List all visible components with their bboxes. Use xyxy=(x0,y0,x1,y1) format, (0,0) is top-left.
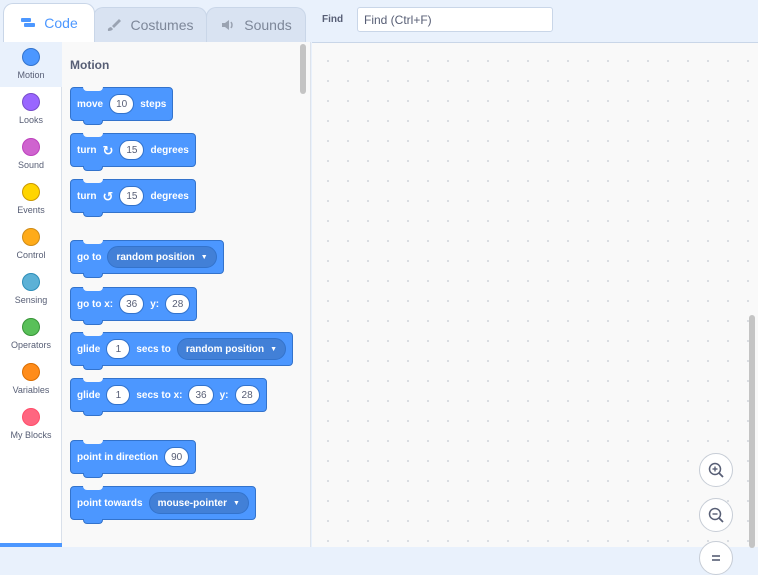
tab-sounds-label: Sounds xyxy=(244,17,292,33)
block-text: glide xyxy=(77,389,101,401)
extension-button-strip[interactable] xyxy=(0,543,62,547)
zoom-in-icon xyxy=(708,462,724,478)
speaker-icon xyxy=(222,20,233,30)
category-variables[interactable]: Variables xyxy=(0,357,62,402)
events-color-dot xyxy=(22,183,40,201)
category-operators-label: Operators xyxy=(10,340,52,350)
tab-sounds[interactable]: Sounds xyxy=(206,7,306,42)
glide-target-dropdown[interactable]: random position ▼ xyxy=(176,338,287,360)
equals-icon xyxy=(712,555,720,561)
category-motion[interactable]: Motion xyxy=(0,42,62,87)
brush-icon xyxy=(108,19,122,31)
find-input[interactable] xyxy=(357,7,553,32)
block-go-to[interactable]: go to random position ▼ xyxy=(70,240,224,278)
block-text: y: xyxy=(150,298,160,310)
block-go-to-xy[interactable]: go to x: 36 y: 28 xyxy=(70,287,198,325)
control-color-dot xyxy=(22,228,40,246)
category-events[interactable]: Events xyxy=(0,177,62,222)
category-operators[interactable]: Operators xyxy=(0,312,62,357)
degrees-input[interactable]: 15 xyxy=(119,186,145,206)
category-looks-label: Looks xyxy=(18,115,44,125)
tab-costumes[interactable]: Costumes xyxy=(93,7,207,42)
secs-input[interactable]: 1 xyxy=(106,339,131,359)
category-my-blocks[interactable]: My Blocks xyxy=(0,402,62,447)
sound-color-dot xyxy=(22,138,40,156)
tab-code[interactable]: Code xyxy=(3,3,95,42)
dropdown-value: mouse-pointer xyxy=(157,497,228,509)
category-sensing-label: Sensing xyxy=(14,295,48,305)
zoom-out-icon xyxy=(708,507,724,523)
y-input[interactable]: 28 xyxy=(234,385,260,405)
find-label: Find xyxy=(322,14,344,25)
block-text: glide xyxy=(77,343,101,355)
block-text: secs to x: xyxy=(136,389,183,401)
zoom-in-button[interactable] xyxy=(699,453,733,487)
block-text: degrees xyxy=(150,190,189,202)
direction-input[interactable]: 90 xyxy=(164,447,190,467)
chevron-down-icon: ▼ xyxy=(200,253,208,261)
category-sensing[interactable]: Sensing xyxy=(0,267,62,312)
block-turn-left[interactable]: turn ↺ 15 degrees xyxy=(70,179,196,217)
block-text: point towards xyxy=(77,497,143,509)
block-glide-xy[interactable]: glide 1 secs to x: 36 y: 28 xyxy=(70,378,267,416)
block-glide-to[interactable]: glide 1 secs to random position ▼ xyxy=(70,332,294,370)
operators-color-dot xyxy=(22,318,40,336)
go-to-target-dropdown[interactable]: random position ▼ xyxy=(107,246,217,268)
motion-color-dot xyxy=(22,48,40,66)
my-blocks-color-dot xyxy=(22,408,40,426)
block-text: move xyxy=(77,98,104,110)
steps-input[interactable]: 10 xyxy=(109,94,135,114)
zoom-reset-button[interactable] xyxy=(699,541,733,575)
category-control-label: Control xyxy=(16,250,46,260)
category-my-blocks-label: My Blocks xyxy=(10,430,52,440)
palette-section-title: Motion xyxy=(70,58,110,72)
palette-scrollbar[interactable] xyxy=(300,44,306,94)
secs-input[interactable]: 1 xyxy=(106,385,131,405)
zoom-out-button[interactable] xyxy=(699,498,733,532)
block-text: y: xyxy=(219,389,229,401)
tab-costumes-label: Costumes xyxy=(130,17,194,33)
editor-tab-bar: Code Costumes Sounds Find xyxy=(0,0,758,42)
rotate-right-icon: ↻ xyxy=(102,142,114,158)
code-icon xyxy=(21,18,36,27)
block-text: point in direction xyxy=(77,451,159,463)
category-sound[interactable]: Sound xyxy=(0,132,62,177)
x-input[interactable]: 36 xyxy=(119,294,145,314)
block-text: turn xyxy=(77,190,97,202)
chevron-down-icon: ▼ xyxy=(270,345,278,353)
script-workspace[interactable] xyxy=(312,42,758,575)
point-towards-dropdown[interactable]: mouse-pointer ▼ xyxy=(148,492,249,514)
category-control[interactable]: Control xyxy=(0,222,62,267)
dropdown-value: random position xyxy=(185,343,265,355)
tab-code-label: Code xyxy=(44,15,78,31)
category-sound-label: Sound xyxy=(17,160,45,170)
degrees-input[interactable]: 15 xyxy=(119,140,145,160)
workspace-scrollbar[interactable] xyxy=(749,315,755,548)
sensing-color-dot xyxy=(22,273,40,291)
block-text: go to x: xyxy=(77,298,114,310)
category-motion-label: Motion xyxy=(17,70,45,80)
chevron-down-icon: ▼ xyxy=(233,499,240,507)
block-text: go to xyxy=(77,251,102,263)
block-point-in-direction[interactable]: point in direction 90 xyxy=(70,440,197,478)
block-move-steps[interactable]: move 10 steps xyxy=(70,87,174,125)
category-events-label: Events xyxy=(17,205,45,215)
block-text: steps xyxy=(140,98,167,110)
category-variables-label: Variables xyxy=(12,385,50,395)
block-text: turn xyxy=(77,144,97,156)
category-looks[interactable]: Looks xyxy=(0,87,62,132)
block-turn-right[interactable]: turn ↻ 15 degrees xyxy=(70,133,196,171)
x-input[interactable]: 36 xyxy=(188,385,214,405)
variables-color-dot xyxy=(22,363,40,381)
block-text: degrees xyxy=(150,144,189,156)
dropdown-value: random position xyxy=(116,251,195,263)
category-menu: Motion Looks Sound Events Control Sensin… xyxy=(0,42,62,547)
block-palette: Motion move 10 steps turn ↻ 15 degrees t… xyxy=(62,42,311,547)
looks-color-dot xyxy=(22,93,40,111)
rotate-left-icon: ↺ xyxy=(102,188,114,204)
y-input[interactable]: 28 xyxy=(165,294,191,314)
block-text: secs to xyxy=(136,343,171,355)
block-point-towards[interactable]: point towards mouse-pointer ▼ xyxy=(70,486,256,524)
